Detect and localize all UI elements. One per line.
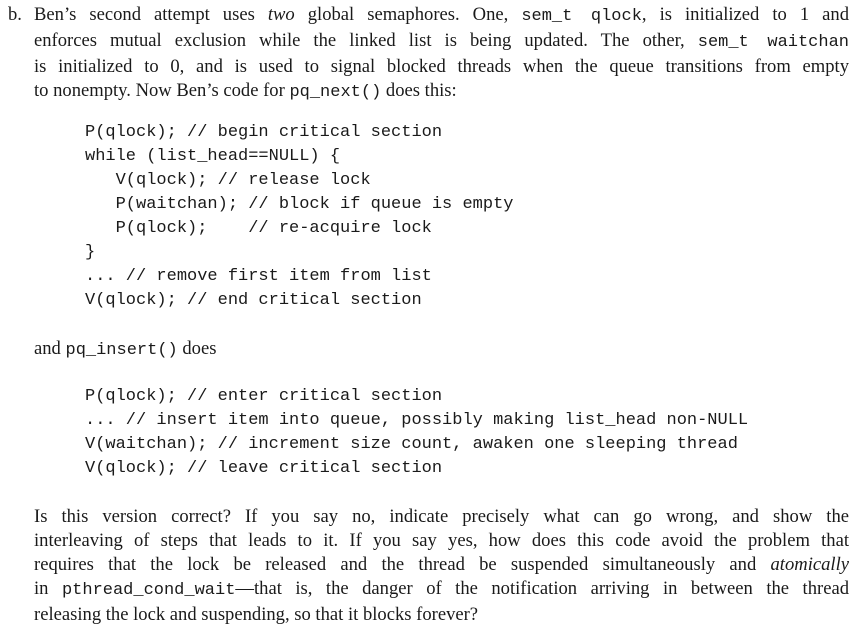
text-line: is initialized to 0, and is used to sign… [34, 55, 849, 79]
code-line: V(qlock); // leave critical section [85, 459, 443, 478]
text-run: global semaphores. One, [294, 4, 522, 25]
text-run: does this: [381, 80, 457, 101]
text-line: releasing the lock and suspending, so th… [34, 603, 849, 627]
code-line: while (list_head==NULL) { [85, 147, 341, 166]
inline-code: sem_t waitchan [697, 33, 849, 52]
text-run: Is this version correct? If you say no, … [34, 506, 849, 527]
code-line: V(qlock); // release lock [85, 171, 371, 190]
pq-insert-code-block: P(qlock); // enter critical section ... /… [85, 385, 748, 481]
part-b-intro: Ben’s second attempt uses two global sem… [34, 3, 849, 105]
text-run: requires that the lock be released and t… [34, 554, 771, 575]
code-line: ... // remove first item from list [85, 267, 432, 286]
text-line: interleaving of steps that leads to it. … [34, 529, 849, 553]
text-line: requires that the lock be released and t… [34, 553, 849, 577]
text-run: to nonempty. Now Ben’s code for [34, 80, 290, 101]
text-run: —that is, the danger of the notification… [235, 578, 849, 599]
text-line: in pthread_cond_wait—that is, the danger… [34, 577, 849, 603]
part-b-label: b. [8, 4, 22, 25]
text-line: to nonempty. Now Ben’s code for pq_next(… [34, 79, 849, 105]
code-line: P(qlock); // begin critical section [85, 123, 443, 142]
inline-code: pq_next() [289, 83, 382, 102]
code-line: V(qlock); // end critical section [85, 291, 422, 310]
pq-next-code-block: P(qlock); // begin critical section while… [85, 121, 513, 313]
question-paragraph: Is this version correct? If you say no, … [34, 505, 849, 627]
inline-code: sem_t qlock [521, 7, 642, 26]
text-run: releasing the lock and suspending, so th… [34, 604, 479, 625]
pq-insert-func: pq_insert() [65, 341, 178, 360]
text-line: Is this version correct? If you say no, … [34, 505, 849, 529]
inline-code: pthread_cond_wait [61, 581, 236, 600]
code-line: V(waitchan); // increment size count, aw… [85, 435, 738, 454]
pq-insert-intro: and pq_insert() does [34, 337, 216, 363]
intro-text-before: and [34, 338, 66, 359]
code-line: P(qlock); // re-acquire lock [85, 219, 432, 238]
intro-text-after: does [177, 338, 217, 359]
emphasis: two [267, 4, 295, 25]
text-line: Ben’s second attempt uses two global sem… [34, 3, 849, 29]
text-run: , is initialized to 1 and [641, 4, 849, 25]
code-line: ... // insert item into queue, possibly … [85, 411, 749, 430]
code-line: P(qlock); // enter critical section [85, 387, 443, 406]
text-run: interleaving of steps that leads to it. … [34, 530, 849, 551]
text-run: Ben’s second attempt uses [34, 4, 268, 25]
code-line: } [85, 243, 96, 262]
emphasis: atomically [770, 554, 850, 575]
text-run: in [34, 578, 62, 599]
text-run: enforces mutual exclusion while the link… [34, 30, 698, 51]
text-line: enforces mutual exclusion while the link… [34, 29, 849, 55]
code-line: P(waitchan); // block if queue is empty [85, 195, 514, 214]
text-run: is initialized to 0, and is used to sign… [34, 56, 849, 77]
